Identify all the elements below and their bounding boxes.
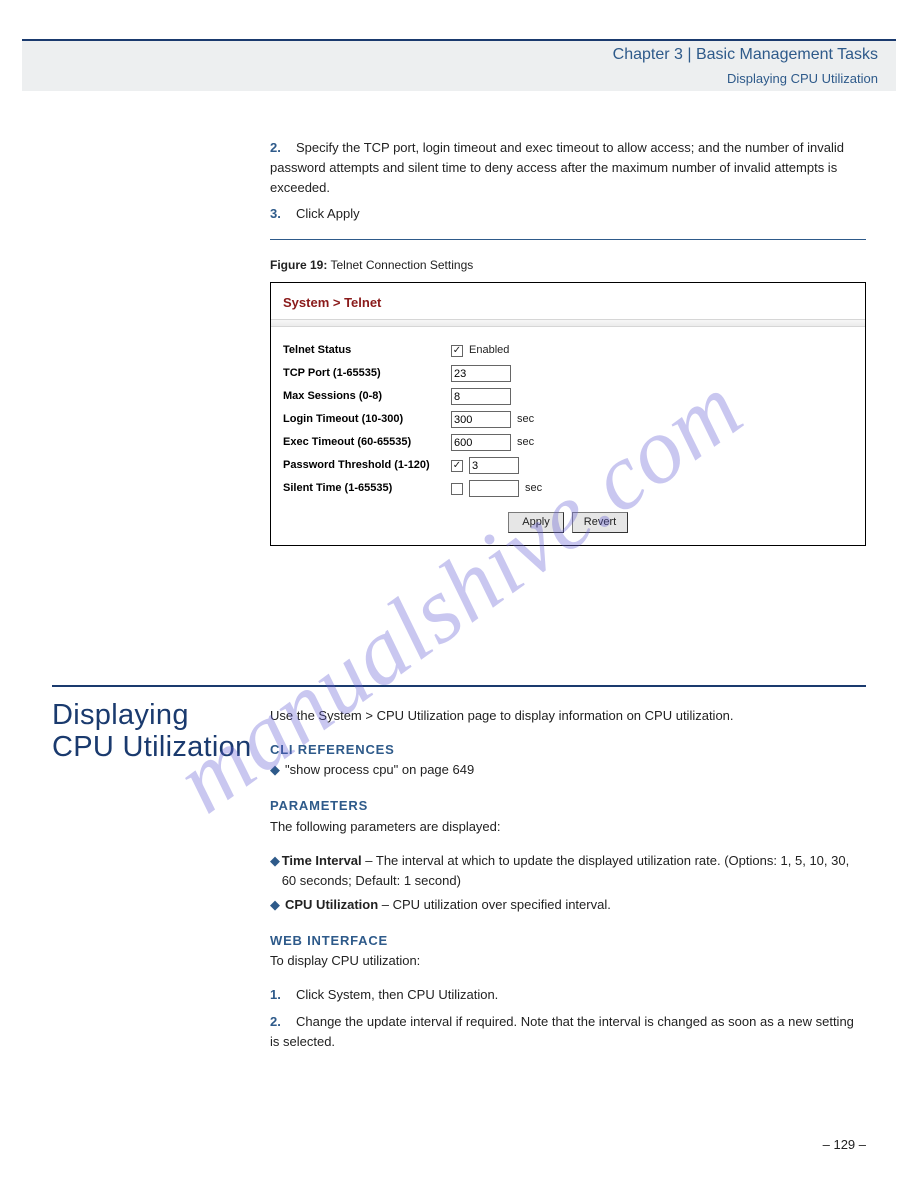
figure-label: Figure 19: Telnet Connection Settings <box>270 256 866 275</box>
label-enabled: Enabled <box>469 342 509 359</box>
input-tcp-port[interactable] <box>451 365 511 382</box>
label-silent-time: Silent Time (1-65535) <box>283 480 451 497</box>
figure-number: Figure 19: <box>270 258 327 272</box>
parameters-intro: The following parameters are displayed: <box>270 817 866 837</box>
bullet-icon: ◆ <box>270 851 282 891</box>
cli-references-head: CLI REFERENCES <box>270 740 866 760</box>
label-login-timeout: Login Timeout (10-300) <box>283 411 451 428</box>
panel-divider <box>271 319 865 327</box>
row-password-threshold: Password Threshold (1-120) ✓ <box>283 454 853 477</box>
row-exec-timeout: Exec Timeout (60-65535) sec <box>283 431 853 454</box>
section-rule <box>52 685 866 687</box>
unit-sec: sec <box>525 480 542 497</box>
step-3: 3.Click Apply <box>270 204 866 224</box>
param-text: CPU Utilization – CPU utilization over s… <box>285 895 611 915</box>
input-login-timeout[interactable] <box>451 411 511 428</box>
web-step-1: 1.Click System, then CPU Utilization. <box>270 985 866 1005</box>
checkbox-password-threshold[interactable]: ✓ <box>451 460 463 472</box>
row-silent-time: Silent Time (1-65535) sec <box>283 477 853 500</box>
section-body: Use the System > CPU Utilization page to… <box>270 706 866 1058</box>
label-tcp-port: TCP Port (1-65535) <box>283 365 451 382</box>
step-text: Click Apply <box>296 206 360 221</box>
input-max-sessions[interactable] <box>451 388 511 405</box>
label-exec-timeout: Exec Timeout (60-65535) <box>283 434 451 451</box>
param-time-interval: ◆ Time Interval – The interval at which … <box>270 851 866 891</box>
step-num: 3. <box>270 204 296 224</box>
checkbox-silent-time[interactable] <box>451 483 463 495</box>
step-num: 2. <box>270 1012 296 1032</box>
row-max-sessions: Max Sessions (0-8) <box>283 385 853 408</box>
input-password-threshold[interactable] <box>469 457 519 474</box>
header-section: Displaying CPU Utilization <box>727 71 878 86</box>
row-login-timeout: Login Timeout (10-300) sec <box>283 408 853 431</box>
panel-body: Telnet Status ✓ Enabled TCP Port (1-6553… <box>271 339 865 545</box>
cli-ref-text: "show process cpu" on page 649 <box>285 760 474 780</box>
step-text: Click System, then CPU Utilization. <box>296 987 498 1002</box>
unit-sec: sec <box>517 411 534 428</box>
figure-rule <box>270 239 866 240</box>
section-heading: Displaying CPU Utilization <box>52 700 252 764</box>
bullet-icon: ◆ <box>270 895 285 915</box>
parameters-head: PARAMETERS <box>270 796 866 816</box>
main-content-top: 2.Specify the TCP port, login timeout an… <box>270 138 866 580</box>
step-text: Specify the TCP port, login timeout and … <box>270 140 844 195</box>
row-tcp-port: TCP Port (1-65535) <box>283 362 853 385</box>
apply-button[interactable]: Apply <box>508 512 564 533</box>
step-num: 1. <box>270 985 296 1005</box>
cli-ref-bullet: ◆ "show process cpu" on page 649 <box>270 760 866 780</box>
left-column: Displaying CPU Utilization <box>52 700 252 764</box>
figure-caption: Telnet Connection Settings <box>330 258 473 272</box>
step-2: 2.Specify the TCP port, login timeout an… <box>270 138 866 198</box>
label-telnet-status: Telnet Status <box>283 342 451 359</box>
revert-button[interactable]: Revert <box>572 512 628 533</box>
param-text: Time Interval – The interval at which to… <box>282 851 866 891</box>
checkbox-telnet-enabled[interactable]: ✓ <box>451 345 463 357</box>
header-chapter: Chapter 3 | Basic Management Tasks <box>613 46 878 64</box>
label-max-sessions: Max Sessions (0-8) <box>283 388 451 405</box>
button-row: Apply Revert <box>283 512 853 533</box>
unit-sec: sec <box>517 434 534 451</box>
label-password-threshold: Password Threshold (1-120) <box>283 457 451 474</box>
param-cpu-utilization: ◆ CPU Utilization – CPU utilization over… <box>270 895 866 915</box>
input-silent-time[interactable] <box>469 480 519 497</box>
bullet-icon: ◆ <box>270 760 285 780</box>
row-telnet-status: Telnet Status ✓ Enabled <box>283 339 853 362</box>
web-interface-head: WEB INTERFACE <box>270 931 866 951</box>
page-number: – 129 – <box>823 1137 866 1152</box>
step-text: Change the update interval if required. … <box>270 1014 854 1049</box>
web-step-2: 2.Change the update interval if required… <box>270 1012 866 1052</box>
web-intro: To display CPU utilization: <box>270 951 866 971</box>
input-exec-timeout[interactable] <box>451 434 511 451</box>
panel-title: System > Telnet <box>271 283 865 319</box>
section-intro: Use the System > CPU Utilization page to… <box>270 706 866 726</box>
step-num: 2. <box>270 138 296 158</box>
telnet-settings-panel: System > Telnet Telnet Status ✓ Enabled … <box>270 282 866 546</box>
